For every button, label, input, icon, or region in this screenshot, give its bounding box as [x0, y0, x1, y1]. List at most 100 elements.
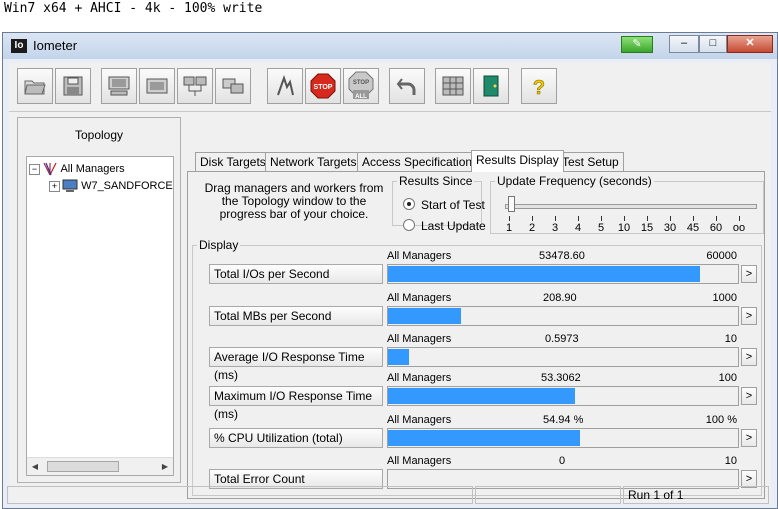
floppy-icon — [63, 76, 83, 96]
results-since-group: Results Since Start of Test Last Update — [392, 174, 486, 233]
grid-icon — [442, 76, 464, 96]
progress-bar[interactable] — [387, 264, 739, 284]
tab-network-targets[interactable]: Network Targets — [265, 152, 362, 171]
iometer-window: Io Iometer ✎ – □ ✕ STOP STOP ALL ? Topol… — [2, 32, 778, 509]
metric-select-button[interactable]: % CPU Utilization (total) — [209, 428, 383, 448]
metric-more-button[interactable]: > — [741, 348, 757, 366]
tree-collapse-toggle[interactable]: − — [29, 163, 40, 175]
network-worker-icon — [146, 78, 168, 94]
tick-mark — [578, 216, 579, 221]
about-button[interactable]: ? — [521, 68, 557, 104]
start-of-test-radio[interactable]: Start of Test — [403, 198, 485, 212]
disconnect-button[interactable] — [215, 68, 251, 104]
metric-more-button[interactable]: > — [741, 265, 757, 283]
start-of-test-label: Start of Test — [421, 198, 485, 212]
metric-value: 53.3062 — [541, 372, 581, 384]
metric-more-button[interactable]: > — [741, 429, 757, 447]
metric-value: 54.94 % — [543, 414, 584, 426]
slider-thumb[interactable] — [508, 196, 515, 212]
tab-test-setup[interactable]: Test Setup — [557, 152, 624, 171]
tick-label: 30 — [663, 222, 677, 234]
metric-source: All Managers — [387, 250, 452, 262]
last-update-label: Last Update — [421, 219, 486, 233]
update-frequency-legend: Update Frequency (seconds) — [497, 174, 652, 188]
scroll-right-arrow-icon[interactable]: ▶ — [159, 461, 171, 472]
display-legend: Display — [199, 238, 239, 252]
screenshot-caption: Win7 x64 + AHCI - 4k - 100% write — [4, 1, 263, 16]
metric-source: All Managers — [387, 333, 452, 345]
progress-bar[interactable] — [387, 347, 739, 367]
progress-fill — [388, 430, 581, 446]
progress-bar[interactable] — [387, 306, 739, 326]
tree-item-manager[interactable]: + W7_SANDFORCE — [49, 178, 173, 194]
tree-item-all-managers[interactable]: − All Managers — [29, 161, 125, 177]
update-frequency-group: Update Frequency (seconds) 1 2 3 4 5 10 … — [490, 174, 764, 234]
tick-label: 60 — [709, 222, 723, 234]
tick-label: oo — [732, 222, 746, 234]
tick-mark — [670, 216, 671, 221]
svg-text:?: ? — [533, 77, 545, 98]
tick-label: 45 — [686, 222, 700, 234]
exit-button[interactable] — [473, 68, 509, 104]
managers-network-icon — [43, 162, 57, 176]
metric-select-button[interactable]: Maximum I/O Response Time (ms) — [209, 386, 383, 421]
tree-item-label: W7_SANDFORCE — [81, 180, 173, 192]
metric-value: 0.5973 — [545, 333, 579, 345]
fiber-button[interactable] — [435, 68, 471, 104]
window-title: Iometer — [33, 38, 78, 53]
stop-all-button[interactable]: STOP ALL — [343, 68, 379, 104]
last-update-radio[interactable]: Last Update — [403, 219, 486, 233]
scroll-left-arrow-icon[interactable]: ◀ — [29, 461, 41, 472]
status-run-text: Run 1 of 1 — [623, 486, 769, 504]
exit-door-icon — [483, 75, 499, 97]
update-frequency-slider[interactable] — [505, 204, 757, 209]
undo-arrow-icon — [396, 78, 416, 95]
reset-workers-button[interactable] — [389, 68, 425, 104]
tick-mark — [624, 216, 625, 221]
topology-heading: Topology — [74, 128, 124, 142]
metric-max: 100 % — [705, 414, 737, 426]
progress-bar[interactable] — [387, 386, 739, 406]
tab-results-display[interactable]: Results Display — [471, 150, 564, 172]
tab-access-specifications[interactable]: Access Specifications — [357, 152, 484, 171]
title-bar: Io Iometer ✎ – □ ✕ — [3, 33, 777, 59]
minimize-button[interactable]: – — [669, 35, 699, 53]
progress-bar[interactable] — [387, 428, 739, 448]
question-icon: ? — [533, 77, 546, 98]
green-edit-icon[interactable]: ✎ — [621, 36, 653, 53]
tick-mark — [601, 216, 602, 221]
tick-mark — [693, 216, 694, 221]
save-config-button[interactable] — [55, 68, 91, 104]
start-disk-worker-button[interactable] — [101, 68, 137, 104]
duplicate-icon — [183, 76, 207, 96]
stop-icon: STOP — [310, 73, 336, 99]
tree-expand-toggle[interactable]: + — [49, 180, 60, 192]
progress-fill — [388, 388, 575, 404]
tree-horizontal-scrollbar[interactable]: ◀ ▶ — [27, 457, 173, 475]
metric-select-button[interactable]: Average I/O Response Time (ms) — [209, 347, 383, 382]
metric-more-button[interactable]: > — [741, 307, 757, 325]
tabs-area: Disk Targets Network Targets Access Spec… — [187, 117, 769, 503]
open-config-button[interactable] — [17, 68, 53, 104]
display-group: Display All Managers 53478.60 60000 Tota… — [192, 238, 762, 496]
tab-disk-targets[interactable]: Disk Targets — [195, 152, 271, 171]
start-network-worker-button[interactable] — [139, 68, 175, 104]
progress-fill — [388, 308, 462, 324]
metric-select-button[interactable]: Total MBs per Second — [209, 306, 383, 326]
drag-hint-text: Drag managers and workers from the Topol… — [204, 181, 384, 221]
metric-more-button[interactable]: > — [741, 387, 757, 405]
metric-max: 10 — [724, 455, 737, 467]
progress-fill — [388, 349, 409, 365]
scroll-thumb[interactable] — [47, 461, 119, 472]
metric-value: 208.90 — [543, 292, 577, 304]
maximize-button[interactable]: □ — [699, 35, 727, 53]
metric-value: 53478.60 — [539, 250, 585, 262]
stop-button[interactable]: STOP — [305, 68, 341, 104]
start-tests-button[interactable] — [267, 68, 303, 104]
close-button[interactable]: ✕ — [727, 35, 773, 53]
svg-text:STOP: STOP — [314, 84, 333, 91]
duplicate-worker-button[interactable] — [177, 68, 213, 104]
tick-label: 15 — [640, 222, 654, 234]
metric-select-button[interactable]: Total I/Os per Second — [209, 264, 383, 284]
tick-label: 1 — [505, 222, 513, 234]
